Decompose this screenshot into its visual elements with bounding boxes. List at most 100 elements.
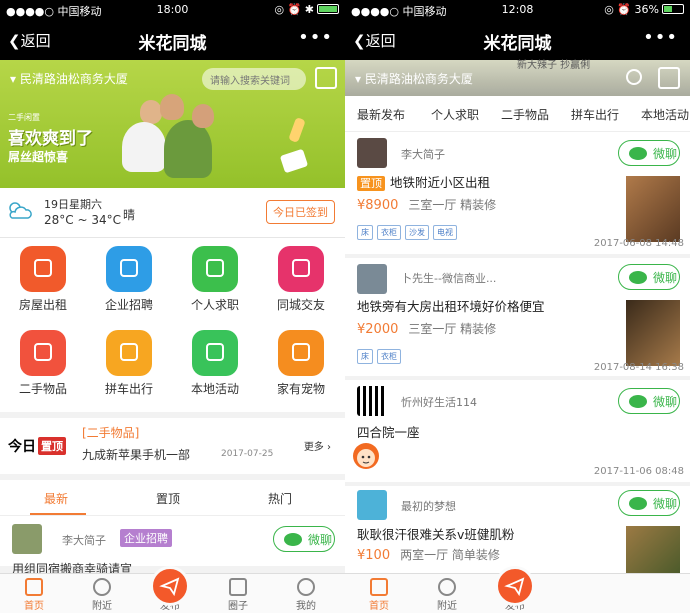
grid-item[interactable]: 个人求职 bbox=[172, 246, 258, 313]
grid-item[interactable]: 房屋出租 bbox=[0, 246, 86, 313]
tab-circle[interactable]: 圈子 bbox=[208, 578, 268, 612]
grid-item[interactable]: 同城交友 bbox=[258, 246, 344, 313]
post-price: ¥100 两室一厅 简单装修 bbox=[357, 548, 500, 563]
promo-banner[interactable]: ▾ 民清路油松商务大厦 请输入搜索关键词 二手闲置 喜欢爽到了 屌丝超惊喜 bbox=[0, 60, 345, 188]
mascot-icon[interactable] bbox=[351, 434, 381, 472]
tab-profile[interactable]: 我的 bbox=[276, 578, 336, 612]
list-item[interactable]: 忻州好生活114 微聊 四合院一座 2017-11-06 08:48 bbox=[345, 380, 690, 482]
list-item[interactable]: 最初的梦想 微聊 耿耿很汗很难关系v班健肌粉 ¥100 两室一厅 简单装修 bbox=[345, 486, 690, 576]
tab-location-pin[interactable]: 附近 bbox=[417, 578, 477, 612]
weather-date: 19日星期六 bbox=[44, 198, 102, 211]
location-selector[interactable]: ▾ 民清路油松商务大厦 bbox=[10, 70, 128, 87]
grid-item-label: 企业招聘 bbox=[104, 298, 153, 312]
nav-bar: ❮返回 米花同城 ••• bbox=[345, 20, 690, 60]
publish-icon[interactable] bbox=[495, 566, 535, 606]
battery-icon bbox=[317, 4, 339, 14]
category-grid: 房屋出租 企业招聘 个人求职 同城交友二手物品 拼车出行 本地活动 家有宠物 bbox=[0, 238, 345, 412]
tab-home[interactable]: 首页 bbox=[4, 578, 64, 612]
chip-secondhand[interactable]: 二手物品 bbox=[501, 106, 549, 123]
tag: 沙发 bbox=[405, 225, 429, 240]
grid-item[interactable]: 家有宠物 bbox=[258, 330, 344, 397]
tab-label: 圈子 bbox=[228, 601, 248, 612]
grid-item[interactable]: 本地活动 bbox=[172, 330, 258, 397]
list-item[interactable]: 卜先生--微信商业... 微聊 地铁旁有大房出租环境好价格便宜 ¥2000 三室一… bbox=[345, 258, 690, 376]
post-title: 地铁旁有大房出租环境好价格便宜 bbox=[357, 299, 545, 314]
wechat-chat-button[interactable]: 微聊 bbox=[618, 264, 680, 290]
scan-icon[interactable] bbox=[315, 67, 337, 89]
listing-photo bbox=[626, 300, 680, 366]
page-title: 米花同城 bbox=[483, 34, 552, 54]
battery-icon bbox=[662, 4, 684, 14]
tab-hot[interactable]: 热门 bbox=[268, 490, 292, 507]
listing-photo bbox=[626, 526, 680, 576]
top-badge: 置顶 bbox=[38, 437, 66, 455]
weather-bar: 19日星期六 28°C ~ 34°C 晴 今日已签到 bbox=[0, 188, 345, 238]
more-link[interactable]: 更多 › bbox=[304, 438, 331, 453]
status-icons: ◎ ⏰ ✱ bbox=[274, 3, 339, 16]
tab-home[interactable]: 首页 bbox=[349, 578, 409, 612]
job-badge: 企业招聘 bbox=[120, 529, 172, 547]
poster-name: 卜先生--微信商业... bbox=[401, 272, 497, 285]
chip-latest[interactable]: 最新发布 bbox=[357, 106, 405, 123]
grid-item[interactable]: 企业招聘 bbox=[86, 246, 172, 313]
chip-carpool[interactable]: 拼车出行 bbox=[571, 106, 619, 123]
chip-job-seeking[interactable]: 个人求职 bbox=[431, 106, 479, 123]
list-item[interactable]: 李大简子 微聊 置顶 地铁附近小区出租 ¥8900 三室一厅 精装修 床衣柜 沙发 电视… bbox=[345, 132, 690, 254]
poster-name: 最初的梦想 bbox=[401, 500, 456, 513]
tag: 床 bbox=[357, 349, 373, 364]
post-title: 耿耿很汗很难关系v班健肌粉 bbox=[357, 527, 515, 542]
circle-icon bbox=[229, 578, 247, 596]
tablet-icon bbox=[279, 148, 309, 174]
id-card-icon bbox=[192, 246, 238, 292]
more-menu-button[interactable]: ••• bbox=[643, 27, 678, 48]
checkin-button[interactable]: 今日已签到 bbox=[266, 200, 335, 224]
status-icons: ◎ ⏰ 36% bbox=[604, 3, 684, 16]
car-icon bbox=[106, 330, 152, 376]
tag: 衣柜 bbox=[377, 225, 401, 240]
grid-item[interactable]: 拼车出行 bbox=[86, 330, 172, 397]
pinned-badge: 置顶 bbox=[357, 176, 385, 191]
wechat-chat-button[interactable]: 微聊 bbox=[618, 490, 680, 516]
tab-publish[interactable]: 发布 bbox=[140, 566, 200, 612]
wechat-chat-button[interactable]: 微聊 bbox=[618, 388, 680, 414]
page-title: 米花同城 bbox=[138, 34, 207, 54]
post-date: 2017-11-06 08:48 bbox=[593, 466, 684, 477]
qr-avatar bbox=[357, 386, 387, 416]
wechat-icon bbox=[629, 147, 647, 160]
collapsed-banner[interactable]: 新大辣子 抄赢俐 ▾ 民清路油松商务大厦 bbox=[345, 60, 690, 96]
grid-item-label: 二手物品 bbox=[18, 382, 67, 396]
location-selector[interactable]: ▾ 民清路油松商务大厦 bbox=[355, 70, 473, 87]
chip-local-events[interactable]: 本地活动 bbox=[641, 106, 689, 123]
today-headline[interactable]: 今日 置顶 [二手物品] 九成新苹果手机一部 2017-07-25 更多 › bbox=[0, 418, 345, 474]
grid-item-label: 房屋出租 bbox=[18, 298, 67, 312]
cloud-sun-icon bbox=[9, 202, 32, 219]
list-item[interactable]: 李大简子 企业招聘 微聊 用组同宿搬商幸骑请宣 bbox=[0, 516, 345, 576]
tag: 床 bbox=[357, 225, 373, 240]
wechat-chat-button[interactable]: 微聊 bbox=[273, 526, 335, 552]
location-pin-icon bbox=[93, 578, 111, 596]
avatar bbox=[12, 524, 42, 554]
scan-icon[interactable] bbox=[658, 67, 680, 89]
tab-latest[interactable]: 最新 bbox=[44, 490, 68, 507]
today-title[interactable]: 九成新苹果手机一部 bbox=[82, 446, 190, 463]
post-price: ¥2000 三室一厅 精装修 bbox=[357, 322, 497, 337]
more-menu-button[interactable]: ••• bbox=[298, 27, 333, 48]
tab-location-pin[interactable]: 附近 bbox=[72, 578, 132, 612]
tag: 衣柜 bbox=[377, 349, 401, 364]
avatar bbox=[357, 264, 387, 294]
tab-pinned[interactable]: 置顶 bbox=[156, 490, 180, 507]
paw-icon bbox=[278, 330, 324, 376]
search-input[interactable]: 请输入搜索关键词 bbox=[202, 68, 306, 90]
heart-pin-icon bbox=[278, 246, 324, 292]
publish-icon[interactable] bbox=[150, 566, 190, 606]
post-date: 2017-08-14 16:38 bbox=[593, 362, 684, 373]
location-pin-icon bbox=[438, 578, 456, 596]
wechat-chat-button[interactable]: 微聊 bbox=[618, 140, 680, 166]
wechat-icon bbox=[629, 497, 647, 510]
grid-item[interactable]: 二手物品 bbox=[0, 330, 86, 397]
tab-publish[interactable]: 发布 bbox=[485, 566, 545, 612]
search-icon[interactable] bbox=[626, 69, 642, 85]
grid-item-label: 同城交友 bbox=[276, 298, 325, 312]
bottle-icon bbox=[288, 117, 306, 143]
feature-tags: 床衣柜 沙发 电视 bbox=[357, 220, 461, 240]
